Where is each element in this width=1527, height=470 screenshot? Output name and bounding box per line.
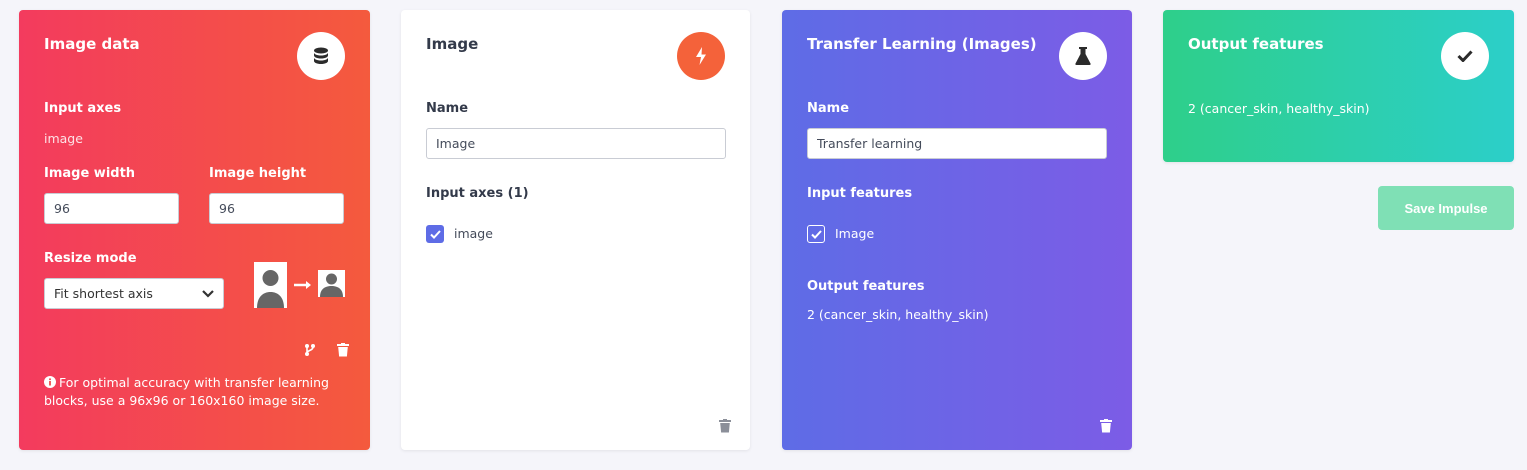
- info-text: For optimal accuracy with transfer learn…: [44, 375, 329, 408]
- input-features-label: Input features: [807, 186, 913, 201]
- chevron-down-icon: [202, 289, 214, 298]
- checkmark-icon: [810, 229, 822, 239]
- resize-mode-label: Resize mode: [44, 251, 137, 266]
- input-axes-label: Input axes: [44, 101, 122, 116]
- checkmark-icon: [429, 229, 441, 239]
- resize-mode-value: Fit shortest axis: [54, 286, 153, 301]
- resize-mode-select[interactable]: Fit shortest axis: [44, 278, 224, 309]
- image-name-label: Name: [426, 101, 469, 116]
- output-features-block: Output features 2 (cancer_skin, healthy_…: [1163, 10, 1514, 162]
- image-data-title: Image data: [44, 35, 140, 53]
- flask-icon: [1059, 32, 1107, 80]
- resize-illustration: [254, 262, 346, 308]
- delete-icon[interactable]: [337, 342, 349, 357]
- branch-icon[interactable]: [304, 342, 316, 361]
- info-icon: [44, 376, 56, 388]
- axis-checkbox-image[interactable]: [426, 225, 444, 243]
- input-axes-value: image: [44, 131, 83, 146]
- feature-checkbox-image[interactable]: [807, 225, 825, 243]
- image-block: Image Name Input axes (1) image: [401, 10, 750, 450]
- image-width-label: Image width: [44, 166, 136, 181]
- transfer-output-features-label: Output features: [807, 279, 925, 294]
- transfer-learning-block: Transfer Learning (Images) Name Input fe…: [782, 10, 1132, 450]
- image-input-axes-label: Input axes (1): [426, 186, 529, 201]
- transfer-name-label: Name: [807, 101, 850, 116]
- output-title: Output features: [1188, 35, 1324, 53]
- axis-label-image: image: [454, 226, 493, 241]
- output-features-value: 2 (cancer_skin, healthy_skin): [1188, 101, 1370, 116]
- transfer-title: Transfer Learning (Images): [807, 35, 1037, 53]
- image-data-block: Image data Input axes image Image width …: [19, 10, 370, 450]
- feature-label-image: Image: [835, 226, 875, 241]
- database-icon: [297, 32, 345, 80]
- image-height-label: Image height: [209, 166, 307, 181]
- lightning-icon: [677, 32, 725, 80]
- image-width-input[interactable]: [44, 193, 179, 224]
- save-impulse-button[interactable]: Save Impulse: [1378, 186, 1514, 230]
- delete-icon[interactable]: [1100, 418, 1112, 433]
- transfer-output-features-value: 2 (cancer_skin, healthy_skin): [807, 307, 989, 322]
- image-block-title: Image: [426, 35, 479, 53]
- image-name-input[interactable]: [426, 128, 726, 159]
- info-note: For optimal accuracy with transfer learn…: [44, 374, 334, 410]
- delete-icon[interactable]: [719, 418, 731, 433]
- transfer-name-input[interactable]: [807, 128, 1107, 159]
- image-height-input[interactable]: [209, 193, 344, 224]
- checkmark-icon: [1441, 32, 1489, 80]
